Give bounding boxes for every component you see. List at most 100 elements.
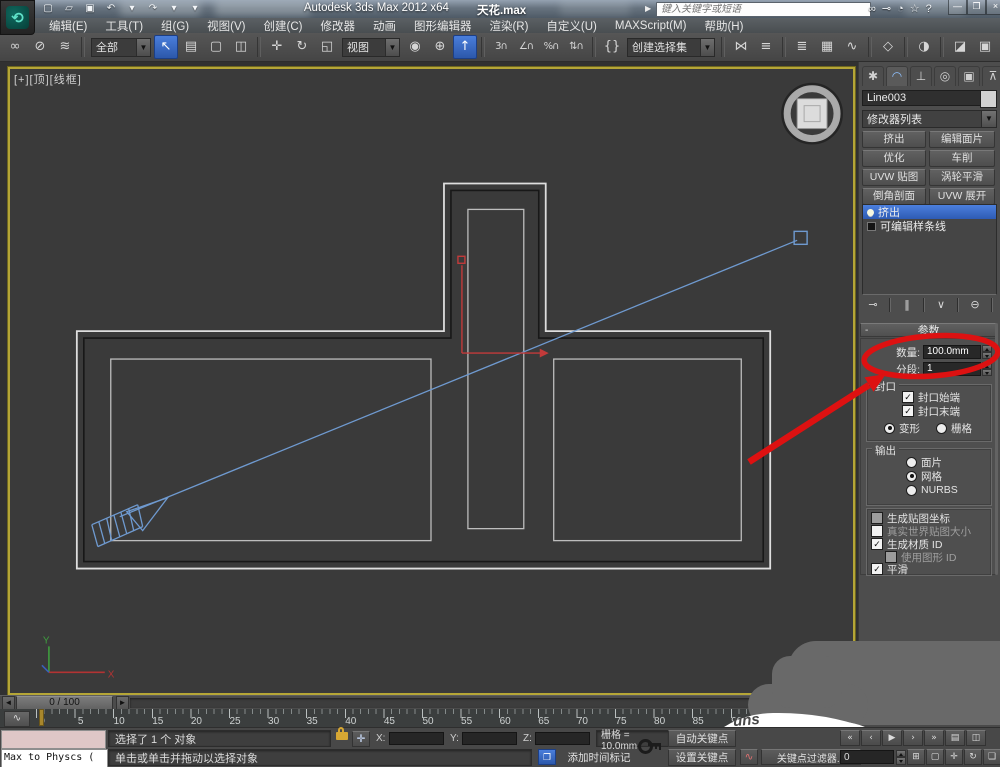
modifier-button[interactable]: 涡轮平滑 bbox=[929, 169, 995, 186]
y-coord-field[interactable] bbox=[462, 732, 517, 745]
modifier-button[interactable]: 车削 bbox=[929, 150, 995, 167]
modifier-list-dropdown[interactable]: 修改器列表 ▼ bbox=[862, 110, 997, 128]
viewport-label[interactable]: [+][顶][线框] bbox=[14, 71, 82, 87]
rollout-collapse-icon[interactable]: - bbox=[865, 325, 868, 336]
remove-modifier-icon[interactable]: ⊖ bbox=[966, 297, 984, 313]
modifier-button[interactable]: 挤出 bbox=[862, 131, 926, 148]
pan-icon[interactable]: ✛ bbox=[945, 749, 963, 765]
tab-display[interactable]: ▣ bbox=[958, 66, 980, 86]
use-pivot-point-center-icon[interactable]: ◉ bbox=[403, 35, 427, 59]
tab-create[interactable]: ✱ bbox=[862, 66, 884, 86]
zoom-region-icon[interactable]: ▢ bbox=[926, 749, 944, 765]
modifier-button[interactable]: 倒角剖面 bbox=[862, 188, 926, 205]
mesh-radio[interactable] bbox=[906, 470, 917, 482]
amount-spinner[interactable] bbox=[982, 345, 992, 359]
next-frame-arrow[interactable]: ► bbox=[116, 696, 129, 710]
stack-row[interactable]: 可编辑样条线 bbox=[863, 219, 996, 233]
lightbulb-icon[interactable] bbox=[867, 208, 874, 216]
tab-motion[interactable]: ◎ bbox=[934, 66, 956, 86]
next-frame-icon[interactable]: › bbox=[903, 730, 923, 746]
menu-item[interactable]: 动画 bbox=[364, 18, 405, 34]
align-icon[interactable]: ≡ bbox=[754, 35, 778, 59]
redo-icon[interactable]: ↷ bbox=[143, 2, 163, 16]
real-world-map-size-checkbox[interactable] bbox=[871, 525, 883, 537]
tab-hierarchy[interactable]: ⊥ bbox=[910, 66, 932, 86]
generate-mapping-coords-checkbox[interactable] bbox=[871, 512, 883, 524]
absolute-offset-toggle-icon[interactable]: ✛ bbox=[352, 731, 370, 747]
go-to-start-icon[interactable]: « bbox=[840, 730, 860, 746]
cap-start-checkbox[interactable]: ✓ bbox=[902, 391, 914, 403]
generate-material-id-checkbox[interactable]: ✓ bbox=[871, 538, 883, 550]
angle-snap-icon[interactable]: ∠∩ bbox=[514, 35, 538, 59]
morph-radio[interactable] bbox=[884, 422, 895, 434]
reference-coordinate-system-dropdown[interactable]: 视图 ▼ bbox=[342, 37, 400, 57]
application-menu-button[interactable]: ⟲ bbox=[0, 0, 35, 35]
set-key-button[interactable]: 设置关键点 bbox=[668, 749, 736, 766]
menu-item[interactable]: 创建(C) bbox=[254, 18, 311, 34]
object-color-swatch[interactable] bbox=[980, 90, 997, 108]
spinner-snap-icon[interactable]: ⇅∩ bbox=[564, 35, 588, 59]
previous-frame-arrow[interactable]: ◄ bbox=[2, 696, 15, 710]
selection-filter-dropdown[interactable]: 全部 ▼ bbox=[91, 37, 151, 57]
zoom-all-viewports-icon[interactable]: ◫ bbox=[966, 730, 986, 746]
show-end-result-icon[interactable]: ‖ bbox=[898, 297, 916, 313]
material-editor-icon[interactable]: ◑ bbox=[912, 35, 936, 59]
select-and-rotate-icon[interactable]: ↻ bbox=[290, 35, 314, 59]
frame-spinner[interactable] bbox=[896, 749, 906, 765]
stack-row[interactable]: 挤出 bbox=[863, 205, 996, 219]
play-icon[interactable]: ▶ bbox=[882, 730, 902, 746]
select-and-move-icon[interactable]: ✛ bbox=[265, 35, 289, 59]
segments-spinner[interactable] bbox=[982, 362, 992, 376]
redo-dropdown-icon[interactable]: ▾ bbox=[164, 2, 184, 16]
toolbar-options-icon[interactable]: ▾ bbox=[185, 2, 205, 16]
selection-lock-icon[interactable] bbox=[336, 727, 348, 740]
graphite-ribbon-toggle-icon[interactable]: ▦ bbox=[815, 35, 839, 59]
menu-item[interactable]: 修改器 bbox=[311, 18, 364, 34]
rendered-frame-window-icon[interactable]: ▣ bbox=[973, 35, 997, 59]
menu-item[interactable]: 自定义(U) bbox=[537, 18, 605, 34]
segments-field[interactable]: 1 bbox=[923, 362, 981, 376]
patch-radio[interactable] bbox=[906, 456, 917, 468]
search-collapse-arrow-icon[interactable]: ▶ bbox=[645, 4, 651, 13]
select-by-name-icon[interactable]: ▤ bbox=[179, 35, 203, 59]
unlink-selection-icon[interactable]: ⊘ bbox=[28, 35, 52, 59]
menu-item[interactable]: 视图(V) bbox=[198, 18, 254, 34]
cap-end-checkbox[interactable]: ✓ bbox=[902, 405, 914, 417]
amount-field[interactable]: 100.0mm bbox=[923, 345, 981, 359]
maximize-button[interactable]: ❐ bbox=[967, 0, 986, 15]
new-file-icon[interactable]: ▢ bbox=[38, 2, 58, 16]
help-icon[interactable]: ? bbox=[926, 3, 932, 15]
menu-item[interactable]: 组(G) bbox=[152, 18, 198, 34]
rectangular-selection-region-icon[interactable]: ▢ bbox=[204, 35, 228, 59]
window-crossing-toggle-icon[interactable]: ◫ bbox=[229, 35, 253, 59]
select-and-manipulate-icon[interactable]: ⊕ bbox=[428, 35, 452, 59]
communication-center-icon[interactable]: ◔ bbox=[897, 3, 904, 15]
object-name-field[interactable]: Line003 bbox=[862, 90, 984, 106]
parameters-rollout-header[interactable]: 参数 bbox=[860, 323, 997, 337]
close-button[interactable]: × bbox=[986, 0, 1000, 15]
favorites-star-icon[interactable]: ☆ bbox=[910, 2, 920, 15]
bind-to-space-warp-icon[interactable]: ≋ bbox=[53, 35, 77, 59]
minimize-button[interactable]: — bbox=[948, 0, 967, 15]
modifier-button[interactable]: 优化 bbox=[862, 150, 926, 167]
curve-editor-icon[interactable]: ∿ bbox=[840, 35, 864, 59]
search-icon[interactable]: ∞ bbox=[868, 3, 876, 15]
mirror-icon[interactable]: ⋈ bbox=[729, 35, 753, 59]
make-unique-icon[interactable]: ∨ bbox=[932, 297, 950, 313]
top-viewport[interactable]: Y X bbox=[8, 67, 855, 695]
select-and-link-icon[interactable]: ∞ bbox=[3, 35, 27, 59]
set-keys-key-icon[interactable] bbox=[638, 737, 662, 754]
menu-item[interactable]: MAXScript(M) bbox=[606, 20, 696, 32]
x-coord-field[interactable] bbox=[389, 732, 444, 745]
open-mini-curve-editor-icon[interactable]: ∿ bbox=[4, 711, 30, 727]
infocenter-search-input[interactable] bbox=[656, 2, 871, 17]
new-key-curve-icon[interactable]: ∿ bbox=[740, 749, 758, 765]
z-coord-field[interactable] bbox=[535, 732, 590, 745]
smooth-checkbox[interactable]: ✓ bbox=[871, 563, 883, 575]
menu-item[interactable]: 工具(T) bbox=[96, 18, 152, 34]
zoom-extents-icon[interactable]: ⊞ bbox=[907, 749, 925, 765]
macro-recorder-pane[interactable] bbox=[1, 730, 106, 749]
tab-utilities[interactable]: ⊼ bbox=[982, 66, 1000, 86]
open-file-icon[interactable]: ▱ bbox=[59, 2, 79, 16]
menu-item[interactable]: 渲染(R) bbox=[480, 18, 537, 34]
